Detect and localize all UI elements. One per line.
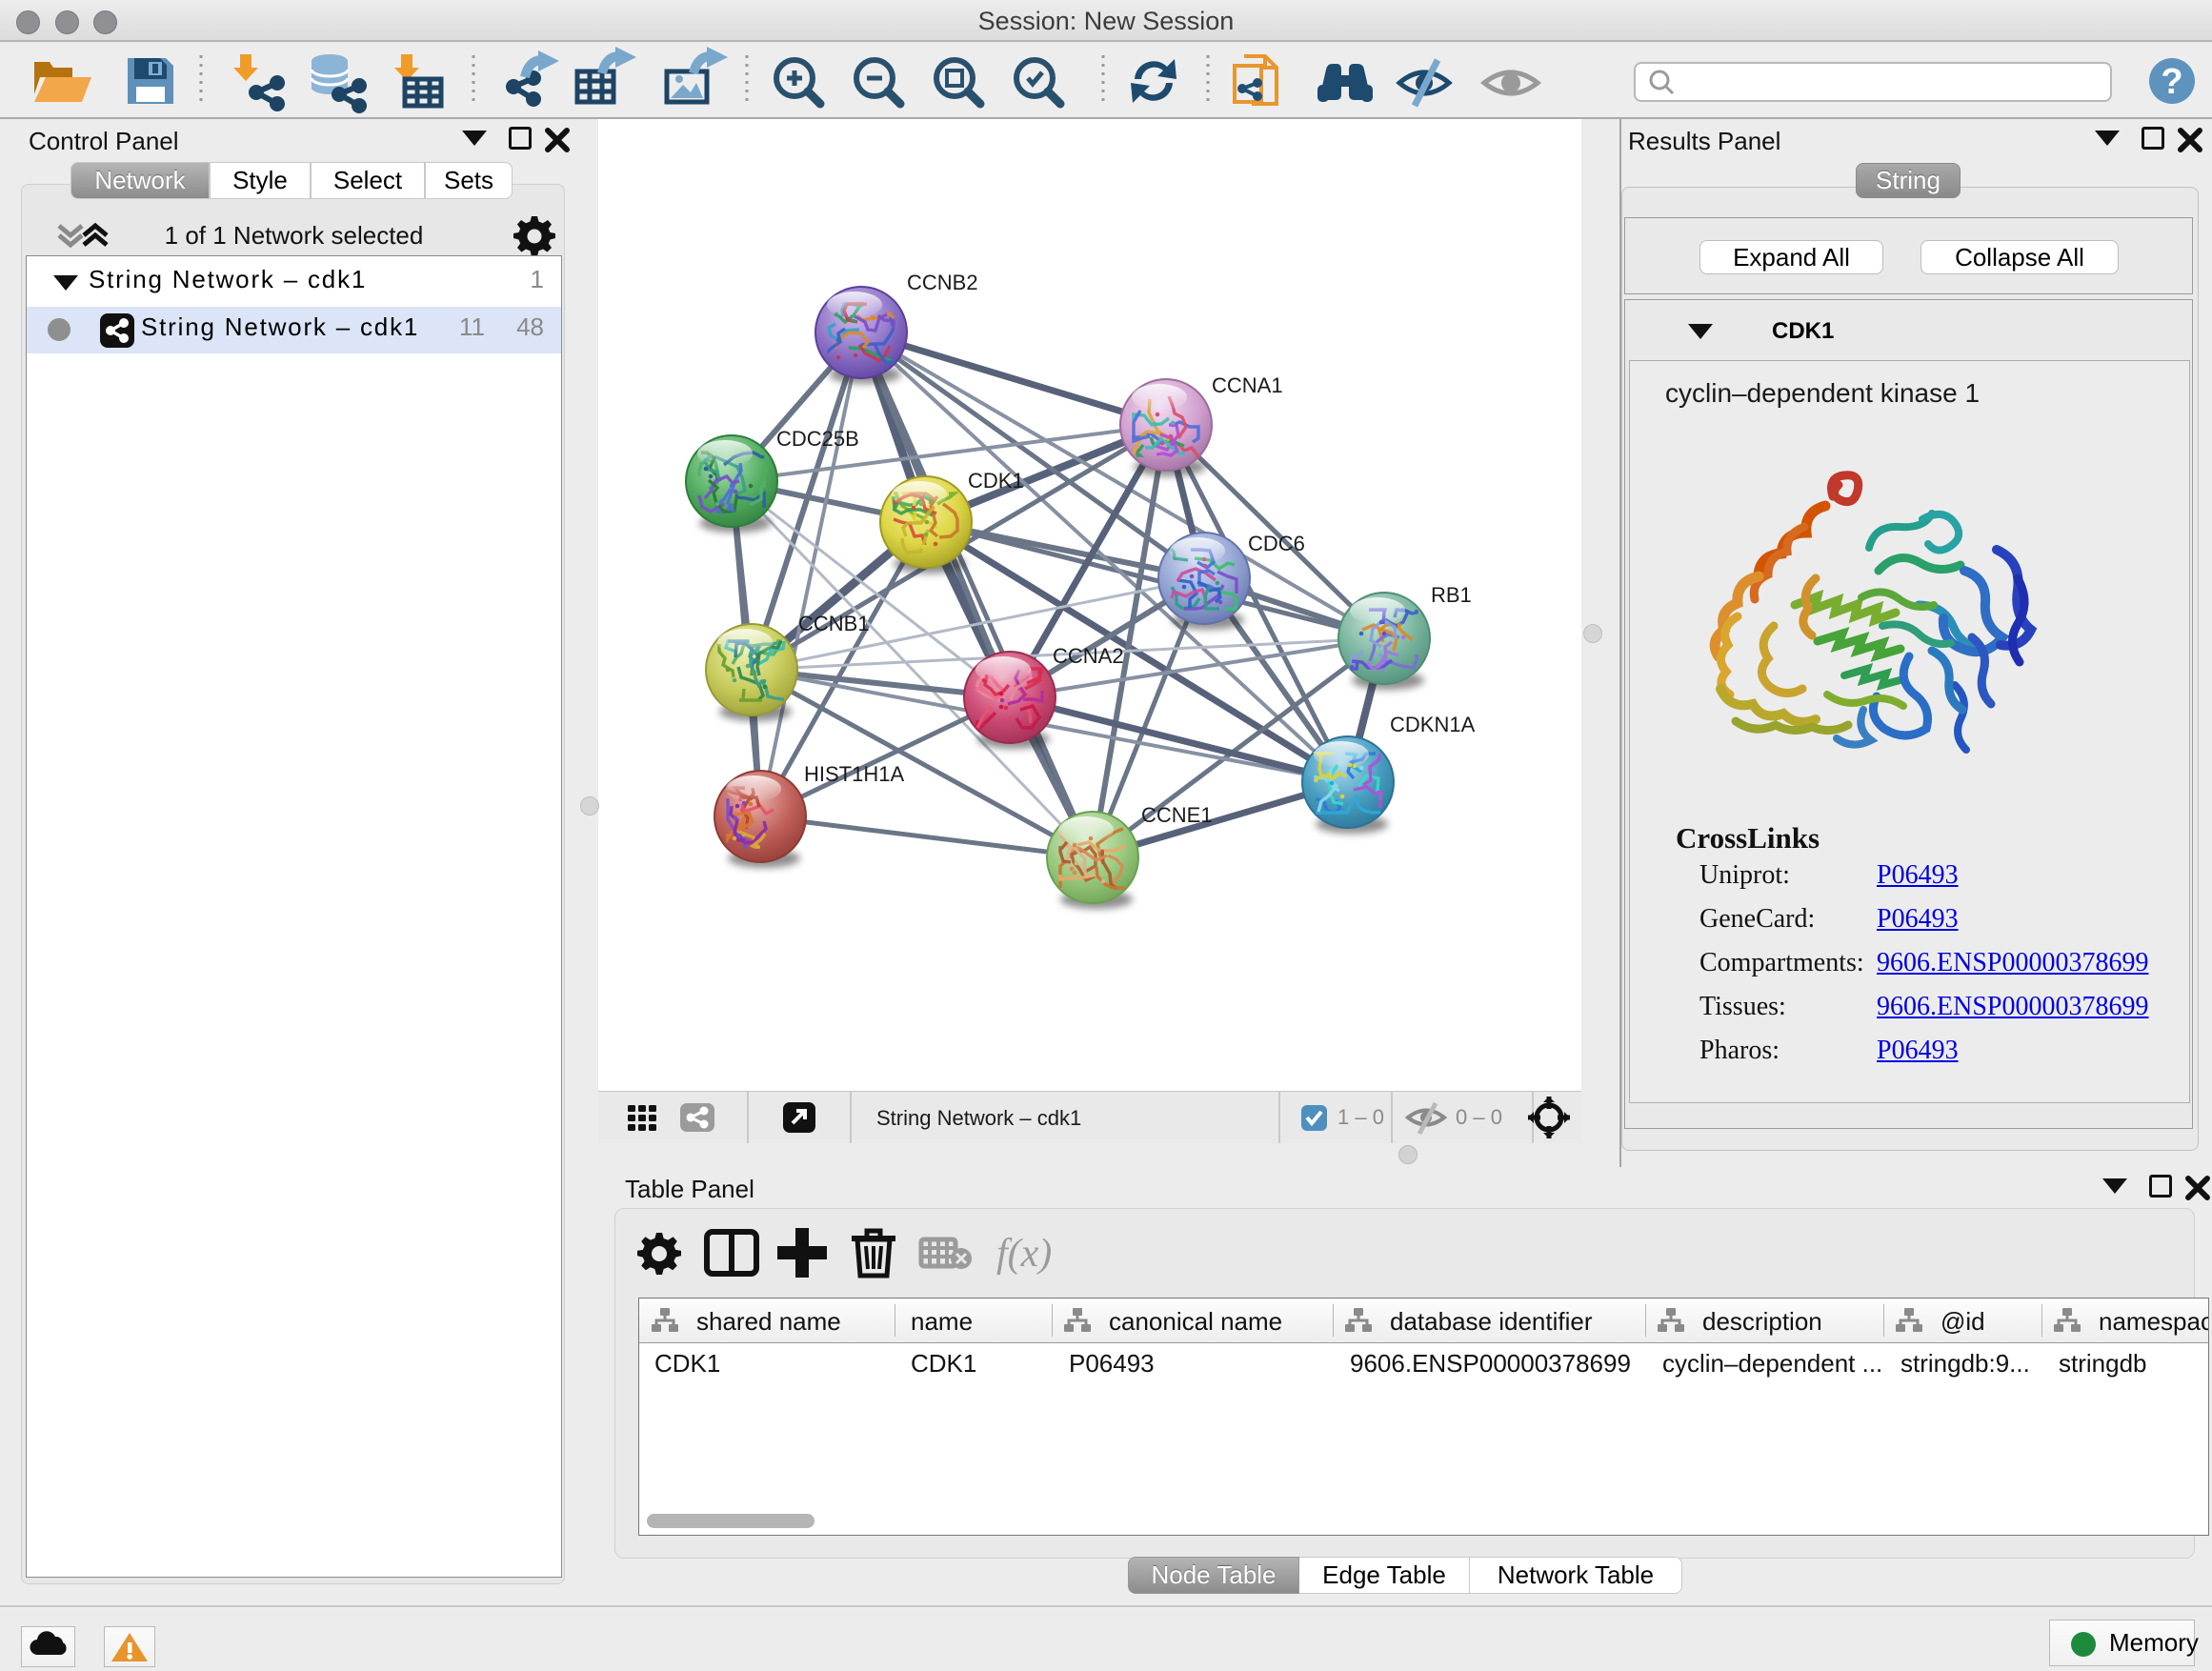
svg-text:0 – 0: 0 – 0 (1456, 1105, 1502, 1129)
svg-text:CDC6: CDC6 (1248, 532, 1305, 555)
svg-text:CCNB1: CCNB1 (798, 612, 870, 635)
svg-text:CCNA1: CCNA1 (1212, 373, 1283, 397)
svg-text:CCNE1: CCNE1 (1141, 803, 1213, 827)
svg-text:?: ? (2161, 62, 2182, 102)
svg-text:CDKN1A: CDKN1A (1390, 713, 1476, 736)
svg-text:f(x): f(x) (996, 1232, 1052, 1276)
svg-text:CCNA2: CCNA2 (1053, 644, 1124, 668)
svg-text:CCNB2: CCNB2 (907, 271, 978, 294)
svg-text:1 – 0: 1 – 0 (1337, 1105, 1384, 1129)
svg-text:RB1: RB1 (1431, 583, 1472, 607)
svg-text:CDK1: CDK1 (968, 469, 1024, 493)
svg-text:HIST1H1A: HIST1H1A (804, 762, 904, 786)
svg-text:String Network – cdk1: String Network – cdk1 (876, 1106, 1081, 1130)
svg-text:CDC25B: CDC25B (776, 427, 859, 451)
